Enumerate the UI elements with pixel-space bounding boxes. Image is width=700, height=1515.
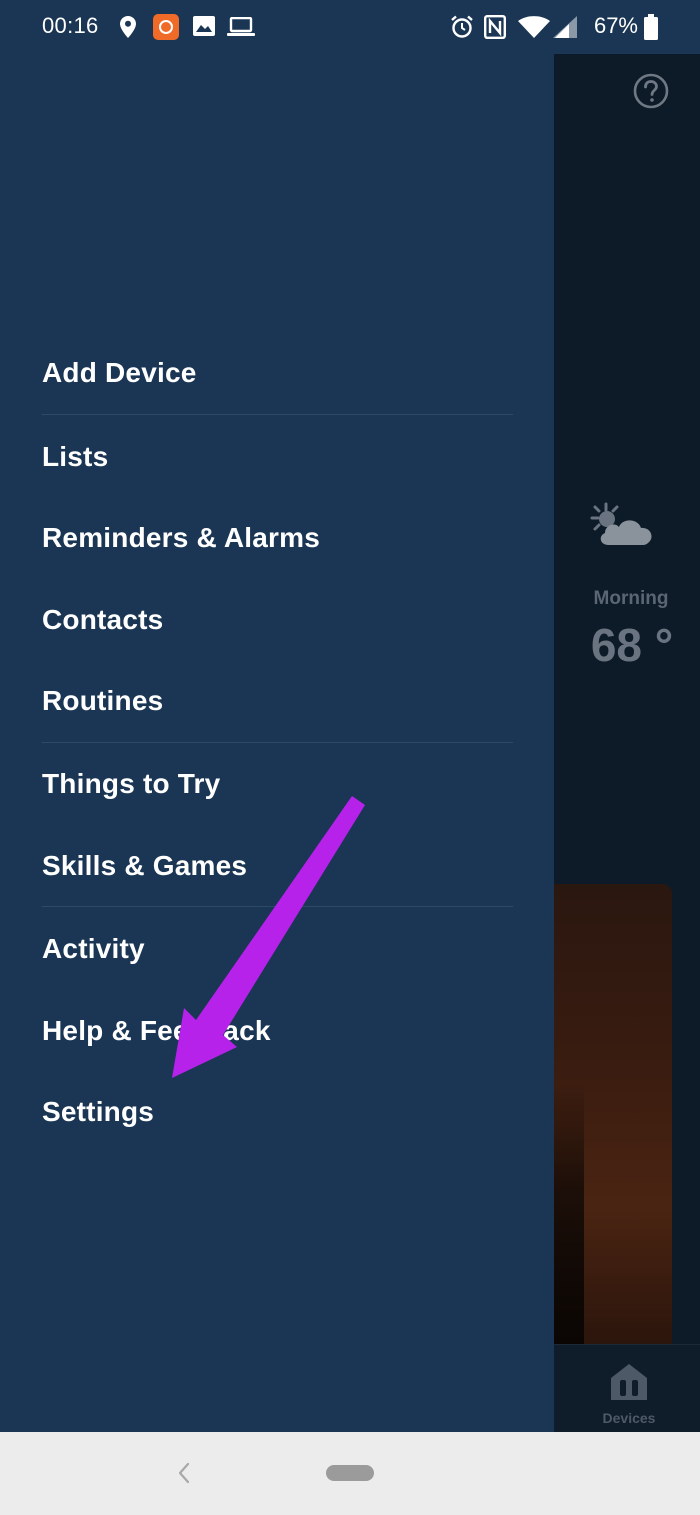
menu-item-lists[interactable]: Lists	[42, 441, 108, 473]
menu-divider	[42, 742, 513, 743]
app-notification-icon	[153, 14, 179, 40]
help-icon[interactable]	[632, 72, 670, 110]
devices-icon[interactable]	[607, 1360, 651, 1404]
weather-temperature: 68 °	[590, 619, 674, 671]
status-time: 00:16	[42, 13, 99, 38]
feature-card-image[interactable]	[554, 884, 672, 1344]
menu-item-contacts[interactable]: Contacts	[42, 604, 163, 636]
home-pill-button[interactable]	[326, 1465, 374, 1481]
menu-divider	[42, 414, 513, 415]
battery-percentage: 67%	[593, 13, 638, 38]
wifi-icon	[518, 16, 550, 38]
navigation-drawer	[0, 54, 554, 1432]
menu-item-skills-games[interactable]: Skills & Games	[42, 850, 247, 882]
menu-item-reminders-alarms[interactable]: Reminders & Alarms	[42, 522, 320, 554]
menu-item-add-device[interactable]: Add Device	[42, 357, 197, 389]
back-icon[interactable]	[176, 1460, 192, 1486]
menu-item-activity[interactable]: Activity	[42, 933, 145, 965]
menu-item-help-feedback[interactable]: Help & Feedback	[42, 1015, 271, 1047]
devices-tab-label[interactable]: Devices	[554, 1410, 700, 1426]
cellular-signal-icon	[553, 16, 577, 38]
nfc-icon	[484, 15, 506, 39]
partly-cloudy-icon	[590, 502, 652, 545]
status-bar: 00:16 67%	[0, 0, 700, 54]
menu-item-routines[interactable]: Routines	[42, 685, 163, 717]
location-icon	[120, 16, 136, 38]
weather-label: Morning	[593, 588, 669, 609]
menu-item-things-to-try[interactable]: Things to Try	[42, 768, 220, 800]
menu-divider	[42, 906, 513, 907]
laptop-icon	[227, 17, 255, 36]
alarm-icon	[451, 15, 473, 38]
image-icon	[193, 16, 215, 36]
menu-item-settings[interactable]: Settings	[42, 1096, 154, 1128]
battery-icon	[644, 14, 658, 40]
card-silhouette	[554, 1084, 584, 1344]
